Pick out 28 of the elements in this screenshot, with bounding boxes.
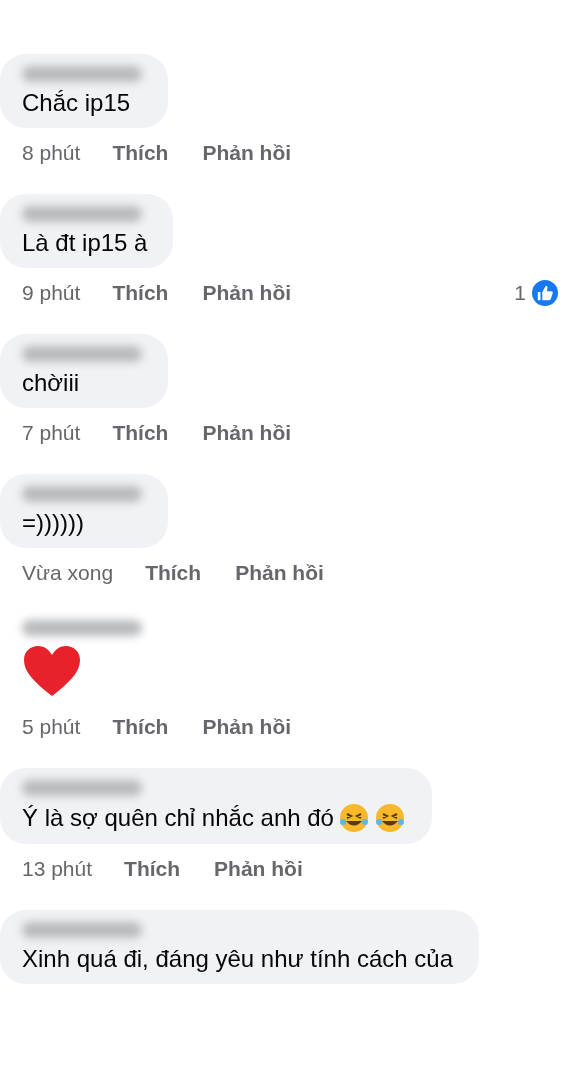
like-link[interactable]: Thích <box>112 417 169 449</box>
like-link[interactable]: Thích <box>145 557 202 589</box>
reply-link[interactable]: Phản hồi <box>202 711 292 743</box>
comment-text: =)))))) <box>22 508 84 538</box>
comment-time: 7 phút <box>22 420 81 447</box>
comment-text: chờiii <box>22 368 80 398</box>
comment-time: 9 phút <box>22 280 81 307</box>
comment-time: Vừa xong <box>22 560 114 587</box>
reply-link[interactable]: Phản hồi <box>202 277 292 309</box>
comment-text: Là đt ip15 à <box>22 228 148 258</box>
laughing-emoji-icon <box>373 802 406 834</box>
reaction-count: 1 <box>514 280 526 307</box>
comment-time: 5 phút <box>22 714 81 741</box>
like-link[interactable]: Thích <box>124 853 181 885</box>
reply-link[interactable]: Phản hồi <box>214 853 303 885</box>
like-link[interactable]: Thích <box>112 137 169 169</box>
comment-time: 13 phút <box>22 856 93 883</box>
reply-link[interactable]: Phản hồi <box>235 557 324 589</box>
comment-time: 8 phút <box>22 140 81 167</box>
comment-text: Chắc ip15 <box>22 88 131 118</box>
like-link[interactable]: Thích <box>112 277 169 309</box>
laughing-emoji-icon <box>337 802 370 834</box>
reply-link[interactable]: Phản hồi <box>202 137 292 169</box>
like-link[interactable]: Thích <box>112 711 169 743</box>
comment-text: Xinh quá đi, đáng yêu như tính cách của <box>22 944 454 974</box>
comment-text: Ý là sợ quên chỉ nhắc anh đó <box>22 803 334 833</box>
reply-link[interactable]: Phản hồi <box>202 417 292 449</box>
heart-icon <box>22 644 82 698</box>
